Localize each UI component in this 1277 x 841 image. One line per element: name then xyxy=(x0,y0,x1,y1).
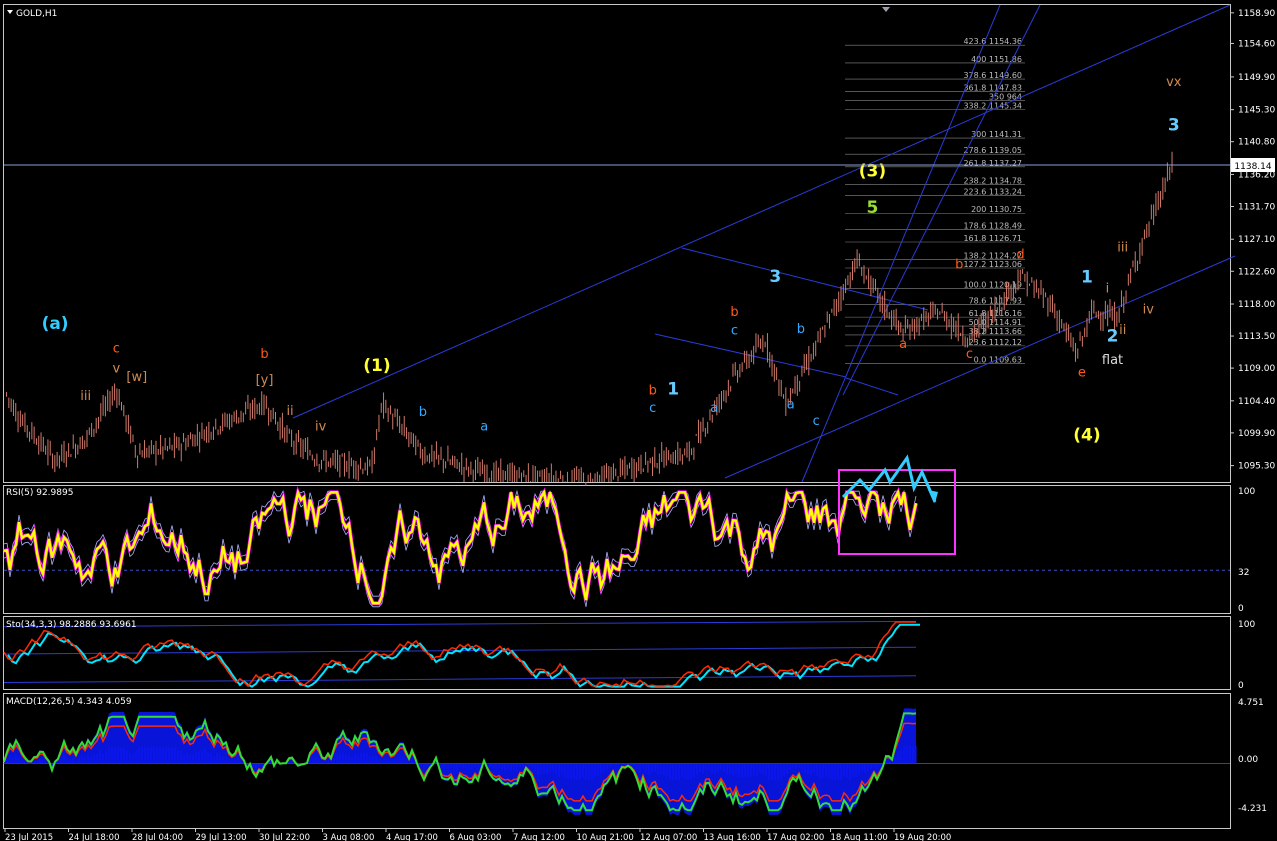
price-tick-label: 1131.70 xyxy=(1238,202,1275,212)
time-tick-label: 6 Aug 03:00 xyxy=(450,833,502,841)
window-title: GOLD,H1 xyxy=(16,9,57,19)
wave-label: c xyxy=(649,401,656,416)
wave-label: vx xyxy=(1166,75,1182,90)
fib-level-label: 261.8 1137.27 xyxy=(963,159,1022,168)
fib-level-label: 300 1141.31 xyxy=(971,130,1022,139)
time-tick-label: 30 Jul 22:00 xyxy=(259,833,310,841)
chart-canvas[interactable]: 1158.901154.601149.901145.301140.801136.… xyxy=(0,0,1277,841)
fib-level-label: 127.2 1123.06 xyxy=(963,260,1022,269)
wave-label: b xyxy=(260,347,268,362)
wave-label: b xyxy=(730,305,738,320)
macd-title: MACD(12,26,5) 4.343 4.059 xyxy=(6,697,132,707)
wave-label: ii xyxy=(286,404,293,419)
stoch-title: Sto(34,3,3) 98.2886 93.6961 xyxy=(6,620,137,630)
wave-label: iii xyxy=(80,389,91,404)
wave-label: 3 xyxy=(769,267,781,287)
fib-level-label: 23.6 1112.12 xyxy=(969,338,1022,347)
time-tick-label: 18 Aug 11:00 xyxy=(831,833,888,841)
wave-label: c xyxy=(966,347,973,362)
fib-level-label: 338.2 1145.34 xyxy=(963,101,1022,110)
fib-level-label: 223.6 1133.24 xyxy=(963,188,1022,197)
time-tick-label: 10 Aug 21:00 xyxy=(577,833,634,841)
time-tick-label: 19 Aug 20:00 xyxy=(894,833,951,841)
time-tick-label: 12 Aug 07:00 xyxy=(640,833,697,841)
wave-label: 1 xyxy=(1081,268,1093,288)
wave-label: [y] xyxy=(256,373,274,388)
stoch-tick-0: 0 xyxy=(1238,681,1244,691)
wave-label: c xyxy=(731,324,738,339)
wave-label: v xyxy=(113,361,121,376)
current-price-label: 1138.14 xyxy=(1234,162,1271,172)
fib-level-label: 0.0 1109.63 xyxy=(974,356,1022,365)
time-tick-label: 13 Aug 16:00 xyxy=(704,833,761,841)
wave-label: a xyxy=(710,401,718,416)
time-tick-label: 28 Jul 04:00 xyxy=(132,833,183,841)
fib-level-label: 361.8 1147.83 xyxy=(963,84,1022,93)
price-tick-label: 1095.30 xyxy=(1238,462,1275,472)
rsi-tick-100: 100 xyxy=(1238,487,1255,497)
wave-label: a xyxy=(899,337,907,352)
wave-label: b xyxy=(955,257,963,272)
wave-label: e xyxy=(1078,366,1086,381)
macd-tick-min: -4.231 xyxy=(1238,804,1267,814)
macd-tick-zero: 0.00 xyxy=(1238,755,1258,765)
fib-level-label: 238.2 1134.78 xyxy=(963,177,1022,186)
wave-label: 3 xyxy=(1168,115,1180,135)
time-tick-label: 3 Aug 08:00 xyxy=(323,833,375,841)
wave-label: flat xyxy=(1102,353,1123,368)
fib-level-label: 278.6 1139.05 xyxy=(963,146,1022,155)
fib-level-label: 200 1130.75 xyxy=(971,205,1022,214)
wave-label: a xyxy=(480,420,488,435)
wave-label: c xyxy=(113,341,120,356)
wave-label: (a) xyxy=(42,314,69,334)
wave-label: iv xyxy=(315,420,327,435)
time-tick-label: 7 Aug 12:00 xyxy=(513,833,565,841)
price-tick-label: 1109.00 xyxy=(1238,364,1275,374)
price-tick-label: 1122.60 xyxy=(1238,267,1275,277)
time-tick-label: 23 Jul 2015 xyxy=(5,833,53,841)
fib-level-label: 423.6 1154.36 xyxy=(963,37,1022,46)
time-tick-label: 17 Aug 02:00 xyxy=(767,833,824,841)
price-tick-label: 1104.40 xyxy=(1238,397,1275,407)
time-tick-label: 4 Aug 17:00 xyxy=(386,833,438,841)
wave-label: a xyxy=(787,398,795,413)
wave-label: ii xyxy=(1119,323,1126,338)
wave-label: b xyxy=(797,322,805,337)
price-tick-label: 1127.10 xyxy=(1238,235,1275,245)
fib-level-label: 161.8 1126.71 xyxy=(963,234,1022,243)
price-tick-label: 1140.80 xyxy=(1238,138,1275,148)
time-tick-label: 29 Jul 13:00 xyxy=(196,833,247,841)
price-tick-label: 1113.50 xyxy=(1238,332,1275,342)
price-tick-label: 1145.30 xyxy=(1238,106,1275,116)
price-tick-label: 1154.60 xyxy=(1238,39,1275,49)
rsi-tick-0: 0 xyxy=(1238,604,1244,614)
wave-label: (1) xyxy=(363,356,390,376)
price-tick-label: 1149.90 xyxy=(1238,73,1275,83)
wave-label: 2 xyxy=(1107,327,1119,347)
chart-background xyxy=(0,0,1277,841)
rsi-tick-32: 32 xyxy=(1238,568,1249,578)
wave-label: d xyxy=(1016,247,1024,262)
price-tick-label: 1099.90 xyxy=(1238,429,1275,439)
wave-label: 1 xyxy=(667,379,679,399)
time-tick-label: 24 Jul 18:00 xyxy=(69,833,120,841)
wave-label: (4) xyxy=(1073,426,1100,446)
rsi-title: RSI(5) 92.9895 xyxy=(6,488,73,498)
macd-tick-max: 4.751 xyxy=(1238,698,1264,708)
price-tick-label: 1118.00 xyxy=(1238,300,1275,310)
wave-label: b xyxy=(649,383,657,398)
price-tick-label: 1158.90 xyxy=(1238,9,1275,19)
wave-label: b xyxy=(419,405,427,420)
wave-label: i xyxy=(1106,282,1110,297)
wave-label: iii xyxy=(1117,240,1128,255)
wave-label: 5 xyxy=(866,198,878,218)
stoch-tick-100: 100 xyxy=(1238,620,1255,630)
fib-level-label: 178.6 1128.49 xyxy=(963,221,1022,230)
wave-label: [w] xyxy=(126,370,147,385)
wave-label: iv xyxy=(1143,302,1155,317)
wave-label: c xyxy=(813,414,820,429)
